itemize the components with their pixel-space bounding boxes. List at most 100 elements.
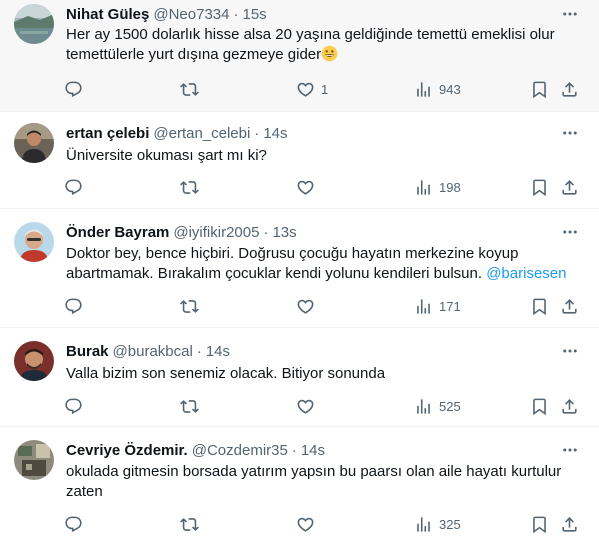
tweet-text: okulada gitmesin borsada yatırım yapsın … [66, 462, 579, 502]
tweet-text: Üniversite okuması şart mı ki? [66, 146, 579, 166]
timestamp[interactable]: 15s [242, 6, 266, 23]
author-name[interactable]: Önder Bayram [66, 224, 169, 241]
views-count: 943 [439, 81, 461, 97]
timestamp[interactable]: 13s [272, 224, 296, 241]
avatar[interactable] [14, 123, 54, 163]
views-count: 525 [439, 398, 461, 414]
tweet-text: Doktor bey, bence hiçbiri. Doğrusu çocuğ… [66, 244, 579, 284]
tweet-actions: 198 [62, 176, 586, 198]
timestamp[interactable]: 14s [263, 125, 287, 142]
tweet-header: ertan çelebi @ertan_celebi · 14s [66, 123, 288, 143]
like-button[interactable] [296, 513, 321, 535]
like-icon [297, 82, 314, 97]
avatar[interactable] [14, 440, 54, 480]
like-icon [297, 517, 314, 532]
tweet[interactable]: Cevriye Özdemir. @Cozdemir35 · 14s okula… [0, 427, 599, 542]
bookmark-button[interactable] [530, 176, 549, 198]
tweet-text: Her ay 1500 dolarlık hisse alsa 20 yaşın… [66, 25, 579, 65]
reply-button[interactable] [64, 176, 89, 198]
more-icon[interactable] [559, 122, 581, 144]
reply-icon [65, 398, 82, 414]
retweet-button[interactable] [180, 395, 205, 417]
retweet-button[interactable] [180, 176, 205, 198]
bookmark-button[interactable] [530, 295, 549, 317]
share-icon [562, 398, 577, 414]
reply-button[interactable] [64, 513, 89, 535]
author-name[interactable]: ertan çelebi [66, 125, 149, 142]
tweet-text: Valla bizim son senemiz olacak. Bitiyor … [66, 364, 579, 384]
separator: · [291, 441, 297, 459]
bookmark-button[interactable] [530, 395, 549, 417]
bookmark-icon [533, 81, 546, 98]
grinning-face-emoji-icon [321, 45, 338, 62]
share-button[interactable] [560, 176, 579, 198]
avatar[interactable] [14, 341, 54, 381]
more-icon[interactable] [559, 439, 581, 461]
tweet-text-content: Her ay 1500 dolarlık hisse alsa 20 yaşın… [66, 26, 555, 63]
tweet[interactable]: Önder Bayram @iyifikir2005 · 13s Doktor … [0, 209, 599, 328]
reply-button[interactable] [64, 295, 89, 317]
tweet[interactable]: Burak @burakbcal · 14s Valla bizim son s… [0, 328, 599, 427]
timestamp[interactable]: 14s [301, 442, 325, 459]
share-button[interactable] [560, 513, 579, 535]
reply-icon [65, 516, 82, 532]
retweet-button[interactable] [180, 78, 205, 100]
author-handle[interactable]: @iyifikir2005 [173, 224, 259, 241]
views-icon [417, 516, 430, 532]
like-button[interactable] [296, 295, 321, 317]
tweet-actions: 325 [62, 513, 586, 535]
views-count: 171 [439, 298, 461, 314]
views-button[interactable]: 943 [414, 78, 461, 100]
bookmark-icon [533, 398, 546, 415]
bookmark-icon [533, 179, 546, 196]
tweet-text-content: Üniversite okuması şart mı ki? [66, 147, 267, 164]
views-button[interactable]: 198 [414, 176, 461, 198]
share-icon [562, 516, 577, 532]
tweet-text-content: Doktor bey, bence hiçbiri. Doğrusu çocuğ… [66, 245, 519, 282]
retweet-icon [180, 299, 199, 313]
like-button[interactable] [296, 176, 321, 198]
reply-button[interactable] [64, 78, 89, 100]
separator: · [263, 223, 269, 241]
tweet[interactable]: Nihat Güleş @Neo7334 · 15s Her ay 1500 d… [0, 0, 599, 112]
like-count: 1 [321, 81, 329, 97]
tweet-header: Cevriye Özdemir. @Cozdemir35 · 14s [66, 440, 325, 460]
more-icon[interactable] [559, 3, 581, 25]
like-icon [297, 180, 314, 195]
reply-button[interactable] [64, 395, 89, 417]
tweet-header: Önder Bayram @iyifikir2005 · 13s [66, 222, 297, 242]
author-handle[interactable]: @Neo7334 [153, 6, 229, 23]
author-handle[interactable]: @burakbcal [113, 343, 193, 360]
views-button[interactable]: 525 [414, 395, 461, 417]
share-button[interactable] [560, 395, 579, 417]
share-button[interactable] [560, 295, 579, 317]
views-button[interactable]: 325 [414, 513, 461, 535]
retweet-icon [180, 82, 199, 96]
author-handle[interactable]: @Cozdemir35 [192, 442, 288, 459]
tweet[interactable]: ertan çelebi @ertan_celebi · 14s Ünivers… [0, 112, 599, 209]
bookmark-icon [533, 516, 546, 533]
like-button[interactable]: 1 [296, 78, 328, 100]
more-icon[interactable] [559, 221, 581, 243]
retweet-button[interactable] [180, 513, 205, 535]
views-button[interactable]: 171 [414, 295, 461, 317]
author-handle[interactable]: @ertan_celebi [153, 125, 250, 142]
bookmark-button[interactable] [530, 78, 549, 100]
retweet-button[interactable] [180, 295, 205, 317]
author-name[interactable]: Nihat Güleş [66, 6, 149, 23]
views-icon [417, 179, 430, 195]
views-icon [417, 298, 430, 314]
tweet-text-content: okulada gitmesin borsada yatırım yapsın … [66, 463, 562, 500]
tweet-header: Burak @burakbcal · 14s [66, 341, 230, 361]
avatar[interactable] [14, 4, 54, 44]
author-name[interactable]: Cevriye Özdemir. [66, 442, 188, 459]
mention-link[interactable]: @barisesen [486, 265, 566, 282]
like-button[interactable] [296, 395, 321, 417]
more-icon[interactable] [559, 340, 581, 362]
tweet-actions: 525 [62, 395, 586, 417]
author-name[interactable]: Burak [66, 343, 109, 360]
bookmark-button[interactable] [530, 513, 549, 535]
timestamp[interactable]: 14s [206, 343, 230, 360]
share-button[interactable] [560, 78, 579, 100]
avatar[interactable] [14, 222, 54, 262]
